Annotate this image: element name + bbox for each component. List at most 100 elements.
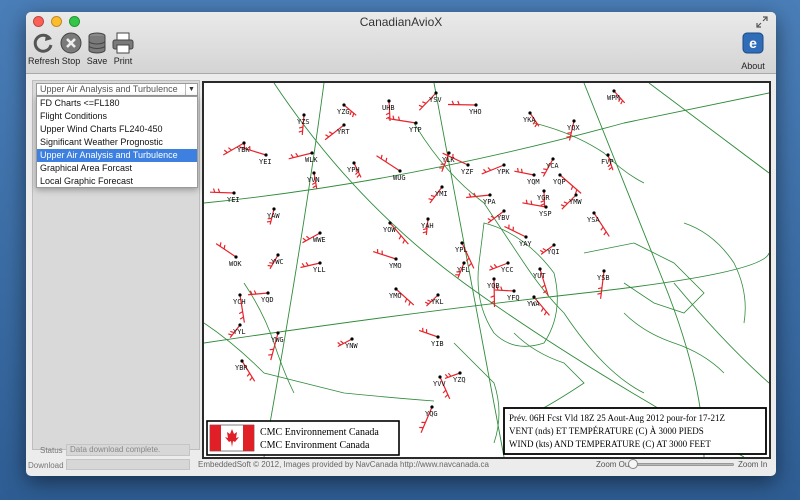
station-label: WWE (313, 236, 326, 244)
station-label: WLK (305, 156, 318, 164)
station-label: WPM (607, 94, 620, 102)
station-label: YEI (259, 158, 272, 166)
wind-barb (447, 100, 477, 106)
station-label: YWA (527, 300, 540, 308)
station-dot (342, 123, 346, 127)
station-label: YRT (337, 128, 350, 136)
database-save-icon (88, 32, 106, 54)
about-label: About (741, 61, 765, 71)
station-label: YKL (431, 298, 444, 306)
station-label: YSV (429, 96, 442, 104)
wind-barb (376, 154, 401, 172)
chart-type-dropdown: FD Charts <=FL180 Flight Conditions Uppe… (36, 96, 198, 188)
station-label: YSA (587, 216, 600, 224)
fullscreen-icon[interactable] (756, 16, 768, 28)
station-label: YSP (539, 210, 552, 218)
station-dot (426, 217, 430, 221)
station-dot (551, 157, 555, 161)
station-dot (512, 289, 516, 293)
station-label: YQX (567, 124, 580, 132)
about-app-icon: e (742, 32, 764, 54)
weather-chart-map[interactable]: YZG UHB YSV YHO WPM YZS YRT YTP YKA YQX YBK YEI YPH Y… (202, 81, 771, 459)
station-label: YMI (435, 190, 448, 198)
station-dot (342, 103, 346, 107)
app-window: CanadianAvioX Refresh Stop Save Print e … (26, 12, 776, 476)
station-label: YZS (297, 118, 310, 126)
dropdown-option-flight-conditions[interactable]: Flight Conditions (37, 110, 197, 123)
station-label: YCC (501, 266, 514, 274)
zoom-slider-knob[interactable] (628, 459, 638, 469)
station-label: YQG (425, 410, 438, 418)
wind-barb (504, 224, 527, 238)
station-dot (240, 359, 244, 363)
station-dot (466, 163, 470, 167)
status-label: Status (40, 446, 63, 455)
station-dot (310, 151, 314, 155)
station-label: YUT (533, 272, 546, 280)
station-dot (394, 257, 398, 261)
wind-barb (372, 249, 397, 260)
station-dot (414, 121, 418, 125)
refresh-button[interactable]: Refresh (28, 31, 60, 73)
about-button[interactable]: e About (736, 31, 770, 73)
refresh-label: Refresh (28, 56, 60, 66)
dropdown-option-significant-weather[interactable]: Significant Weather Prognostic (37, 136, 197, 149)
station-dot (538, 267, 542, 271)
station-label: YLK (442, 156, 455, 164)
station-dot (532, 295, 536, 299)
dropdown-option-graphical-area-forcast[interactable]: Graphical Area Forcast (37, 162, 197, 175)
dropdown-option-fd-charts[interactable]: FD Charts <=FL180 (37, 97, 197, 110)
dropdown-option-upper-wind-charts[interactable]: Upper Wind Charts FL240-450 (37, 123, 197, 136)
station-label: YTP (409, 126, 422, 134)
station-dot (387, 99, 391, 103)
station-dot (350, 337, 354, 341)
print-button[interactable]: Print (108, 31, 138, 73)
dropdown-option-local-graphic-forecast[interactable]: Local Graphic Forecast (37, 175, 197, 188)
station-label: YMO (389, 292, 402, 300)
station-label: YGR (537, 194, 550, 202)
station-label: YQD (261, 296, 274, 304)
station-dot (532, 173, 536, 177)
station-label: YHO (469, 108, 482, 116)
map-grid-lines (204, 83, 769, 457)
station-dot (447, 151, 451, 155)
wind-barb (466, 192, 491, 199)
title-bar: CanadianAvioX Refresh Stop Save Print e … (26, 12, 776, 74)
print-label: Print (113, 56, 133, 66)
station-dot (502, 163, 506, 167)
svg-text:e: e (749, 35, 757, 51)
station-dot (606, 153, 610, 157)
status-field: Data download complete. (66, 444, 190, 456)
station-dot (542, 189, 546, 193)
chart-type-select[interactable]: Upper Air Analysis and Turbulence ▼ (36, 83, 198, 96)
station-label: WUG (393, 174, 406, 182)
station-dot (506, 261, 510, 265)
zoom-slider[interactable] (630, 463, 734, 466)
chart-selector-panel: Upper Air Analysis and Turbulence ▼ FD C… (32, 80, 200, 450)
station-label: YPH (347, 166, 360, 174)
legend-line-2: CMC Environment Canada (260, 440, 370, 451)
wind-barb (388, 115, 417, 124)
legend-line-1: CMC Environnement Canada (260, 427, 379, 438)
station-dot (502, 209, 506, 213)
station-label: YBK (237, 146, 250, 154)
wind-barb (209, 188, 235, 194)
weather-map-image: YZG UHB YSV YHO WPM YZS YRT YTP YKA YQX YBK YEI YPH Y… (204, 83, 769, 457)
station-label: UHB (382, 104, 395, 112)
station-dot (602, 269, 606, 273)
wind-barb (215, 242, 237, 258)
station-dot (558, 173, 562, 177)
station-label: YZF (461, 168, 474, 176)
wind-barb (248, 290, 269, 296)
station-label: YBR (235, 364, 248, 372)
station-label: FVP (601, 158, 614, 166)
station-dot (488, 193, 492, 197)
station-label: YQP (553, 178, 566, 186)
station-label: WOK (229, 260, 242, 268)
station-label: YPK (497, 168, 510, 176)
station-dot (318, 231, 322, 235)
dropdown-option-upper-air-analysis[interactable]: Upper Air Analysis and Turbulence (37, 149, 197, 162)
station-dot (474, 103, 478, 107)
station-dot (302, 113, 306, 117)
station-dot (438, 375, 442, 379)
